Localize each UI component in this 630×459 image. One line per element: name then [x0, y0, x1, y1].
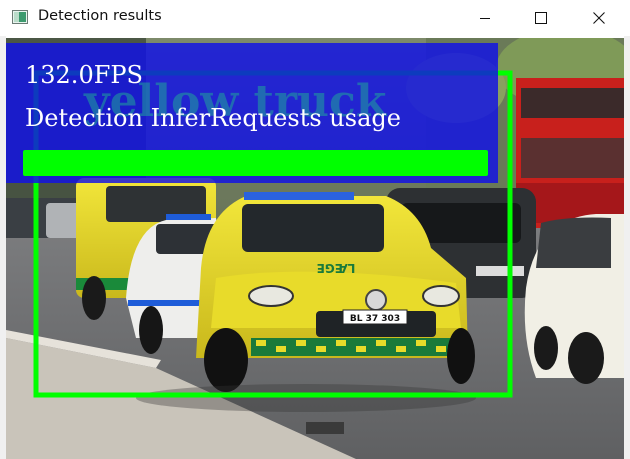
license-plate: BL 37 303	[350, 314, 400, 324]
maximize-icon	[535, 12, 547, 24]
usage-label: Detection InferRequests usage	[25, 104, 401, 132]
close-icon	[593, 12, 605, 24]
app-window-icon	[12, 10, 28, 24]
window-border-right	[624, 36, 630, 459]
hood-lettering: LÆGE	[317, 261, 356, 275]
white-car	[524, 214, 624, 384]
video-frame: LÆGE BL 37 303 yellow truck 132.0FPS Det…	[6, 38, 624, 459]
detection-frame-image: LÆGE BL 37 303 yellow truck 132.0FPS Det…	[6, 38, 624, 459]
fps-readout: 132.0FPS	[25, 61, 143, 89]
window-title: Detection results	[38, 8, 162, 24]
title-bar: Detection results	[0, 0, 630, 36]
usage-bar-fill	[23, 150, 488, 176]
maximize-button[interactable]	[518, 0, 564, 36]
close-button[interactable]	[576, 0, 622, 36]
minimize-icon	[480, 18, 490, 19]
minimize-button[interactable]	[462, 0, 508, 36]
